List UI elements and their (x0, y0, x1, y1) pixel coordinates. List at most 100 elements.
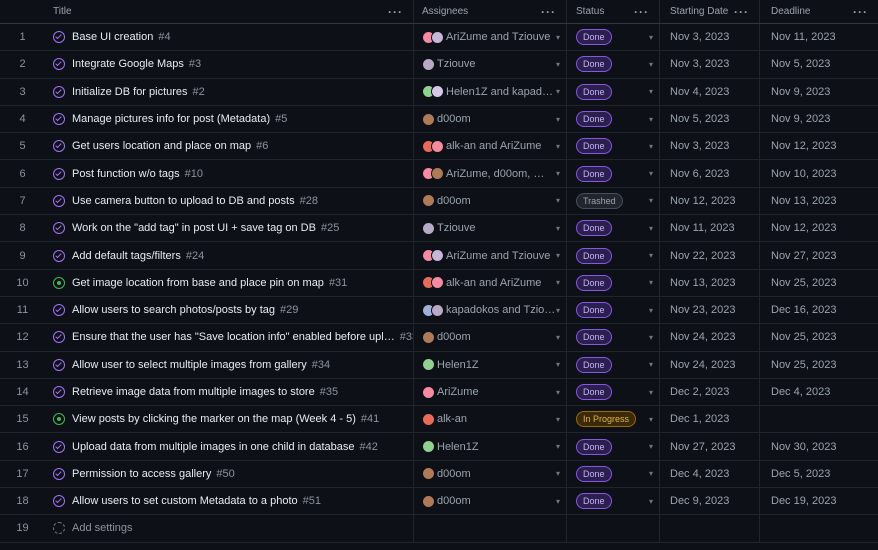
table-row[interactable]: 18 Allow users to set custom Metadata to… (0, 488, 878, 516)
starting-date-cell[interactable]: Nov 6, 2023 (660, 160, 760, 187)
issue-title-link[interactable]: Permission to access gallery (72, 468, 211, 480)
deadline-cell[interactable]: Dec 16, 2023 (760, 297, 878, 323)
title-cell[interactable]: Get users location and place on map #6 (45, 133, 414, 160)
deadline-cell[interactable]: Nov 9, 2023 (760, 79, 878, 105)
issue-number[interactable]: #42 (360, 441, 378, 453)
chevron-down-icon[interactable]: ▾ (649, 142, 653, 151)
deadline-cell[interactable] (760, 406, 878, 432)
table-row[interactable]: 8 Work on the "add tag" in post UI + sav… (0, 215, 878, 243)
title-cell[interactable]: Integrate Google Maps #3 (45, 51, 414, 78)
starting-date-cell[interactable]: Dec 9, 2023 (660, 488, 760, 515)
issue-title-link[interactable]: Get users location and place on map (72, 140, 251, 152)
starting-date-cell[interactable]: Nov 3, 2023 (660, 133, 760, 160)
table-row[interactable]: 10 Get image location from base and plac… (0, 269, 878, 297)
deadline-cell[interactable]: Nov 12, 2023 (760, 215, 878, 241)
assignees-cell[interactable]: d00om ▾ (414, 324, 567, 351)
table-row[interactable]: 6 Post function w/o tags #10 AriZume, d0… (0, 160, 878, 188)
assignees-cell[interactable]: Helen1Z ▾ (414, 433, 567, 460)
deadline-cell[interactable] (760, 515, 878, 541)
chevron-down-icon[interactable]: ▾ (556, 278, 560, 287)
column-header-status[interactable]: Status ··· (567, 0, 660, 23)
issue-title-link[interactable]: Retrieve image data from multiple images… (72, 386, 315, 398)
issue-title-link[interactable]: Ensure that the user has "Save location … (72, 331, 395, 343)
deadline-cell[interactable]: Nov 30, 2023 (760, 433, 878, 459)
issue-number[interactable]: #10 (185, 168, 203, 180)
issue-title-link[interactable]: Allow users to set custom Metadata to a … (72, 495, 298, 507)
issue-number[interactable]: #29 (280, 304, 298, 316)
chevron-down-icon[interactable]: ▾ (649, 169, 653, 178)
issue-title-link[interactable]: Initialize DB for pictures (72, 86, 188, 98)
status-cell[interactable]: Done ▾ (567, 215, 660, 242)
assignees-cell[interactable]: d00om ▾ (414, 187, 567, 215)
deadline-cell[interactable]: Nov 25, 2023 (760, 270, 878, 296)
assignees-cell[interactable]: alk-an and AriZume ▾ (414, 133, 567, 160)
status-cell[interactable]: Done ▾ (567, 133, 660, 160)
assignees-cell[interactable] (414, 515, 567, 542)
starting-date-cell[interactable]: Nov 24, 2023 (660, 324, 760, 351)
starting-date-cell[interactable]: Nov 27, 2023 (660, 433, 760, 460)
table-row[interactable]: 7 Use camera button to upload to DB and … (0, 187, 878, 216)
assignees-cell[interactable]: kapadokos and Tzio… ▾ (414, 296, 567, 324)
issue-title-link[interactable]: Upload data from multiple images in one … (72, 441, 355, 453)
assignees-cell[interactable]: Helen1Z ▾ (414, 351, 567, 378)
issue-title-link[interactable]: Work on the "add tag" in post UI + save … (72, 222, 316, 234)
column-header-title[interactable]: Title ··· (45, 0, 414, 23)
starting-date-cell[interactable]: Nov 3, 2023 (660, 24, 760, 51)
title-cell[interactable]: Allow users to set custom Metadata to a … (45, 488, 414, 515)
deadline-cell[interactable]: Nov 25, 2023 (760, 352, 878, 378)
issue-number[interactable]: #5 (275, 113, 287, 125)
status-cell[interactable]: Done ▾ (567, 296, 660, 324)
chevron-down-icon[interactable]: ▾ (556, 60, 560, 69)
table-row[interactable]: 16 Upload data from multiple images in o… (0, 433, 878, 461)
starting-date-cell[interactable]: Dec 1, 2023 (660, 406, 760, 433)
title-cell[interactable]: Get image location from base and place p… (45, 269, 414, 296)
table-row[interactable]: 13 Allow user to select multiple images … (0, 351, 878, 379)
status-cell[interactable]: Done ▾ (567, 324, 660, 351)
status-cell[interactable]: Done ▾ (567, 78, 660, 105)
status-cell[interactable]: Done ▾ (567, 351, 660, 378)
deadline-cell[interactable]: Nov 12, 2023 (760, 133, 878, 159)
issue-number[interactable]: #25 (321, 222, 339, 234)
chevron-down-icon[interactable]: ▾ (649, 196, 653, 205)
chevron-down-icon[interactable]: ▾ (556, 142, 560, 151)
table-row[interactable]: 3 Initialize DB for pictures #2 Helen1Z … (0, 78, 878, 106)
status-cell[interactable]: In Progress ▾ (567, 406, 660, 433)
chevron-down-icon[interactable]: ▾ (649, 115, 653, 124)
table-row[interactable]: 19 Add settings (0, 515, 878, 543)
assignees-cell[interactable]: Tziouve ▾ (414, 51, 567, 78)
table-row[interactable]: 15 View posts by clicking the marker on … (0, 406, 878, 434)
table-row[interactable]: 5 Get users location and place on map #6… (0, 133, 878, 161)
column-menu-icon[interactable]: ··· (541, 5, 556, 19)
issue-number[interactable]: #24 (186, 250, 204, 262)
issue-number[interactable]: #33 (400, 331, 413, 343)
status-cell[interactable]: Done ▾ (567, 24, 660, 51)
chevron-down-icon[interactable]: ▾ (556, 442, 560, 451)
status-cell[interactable]: Done ▾ (567, 160, 660, 187)
starting-date-cell[interactable]: Nov 11, 2023 (660, 215, 760, 242)
chevron-down-icon[interactable]: ▾ (649, 469, 653, 478)
column-menu-icon[interactable]: ··· (853, 5, 868, 19)
chevron-down-icon[interactable]: ▾ (556, 415, 560, 424)
chevron-down-icon[interactable]: ▾ (649, 33, 653, 42)
issue-title-link[interactable]: Allow user to select multiple images fro… (72, 359, 307, 371)
assignees-cell[interactable]: alk-an ▾ (414, 406, 567, 433)
deadline-cell[interactable]: Dec 5, 2023 (760, 461, 878, 487)
chevron-down-icon[interactable]: ▾ (556, 360, 560, 369)
chevron-down-icon[interactable]: ▾ (649, 251, 653, 260)
deadline-cell[interactable]: Nov 5, 2023 (760, 51, 878, 77)
deadline-cell[interactable]: Nov 10, 2023 (760, 160, 878, 186)
title-cell[interactable]: Allow user to select multiple images fro… (45, 351, 414, 378)
column-menu-icon[interactable]: ··· (634, 5, 649, 19)
deadline-cell[interactable]: Nov 9, 2023 (760, 106, 878, 132)
status-cell[interactable]: Done ▾ (567, 242, 660, 269)
issue-number[interactable]: #41 (361, 413, 379, 425)
issue-title-link[interactable]: View posts by clicking the marker on the… (72, 413, 356, 425)
title-cell[interactable]: Ensure that the user has "Save location … (45, 324, 414, 351)
issue-title-link[interactable]: Base UI creation (72, 31, 153, 43)
chevron-down-icon[interactable]: ▾ (649, 224, 653, 233)
chevron-down-icon[interactable]: ▾ (649, 333, 653, 342)
assignees-cell[interactable]: AriZume, d00om, … ▾ (414, 160, 567, 187)
chevron-down-icon[interactable]: ▾ (556, 224, 560, 233)
column-menu-icon[interactable]: ··· (734, 5, 749, 19)
issue-title-link[interactable]: Use camera button to upload to DB and po… (72, 195, 295, 207)
